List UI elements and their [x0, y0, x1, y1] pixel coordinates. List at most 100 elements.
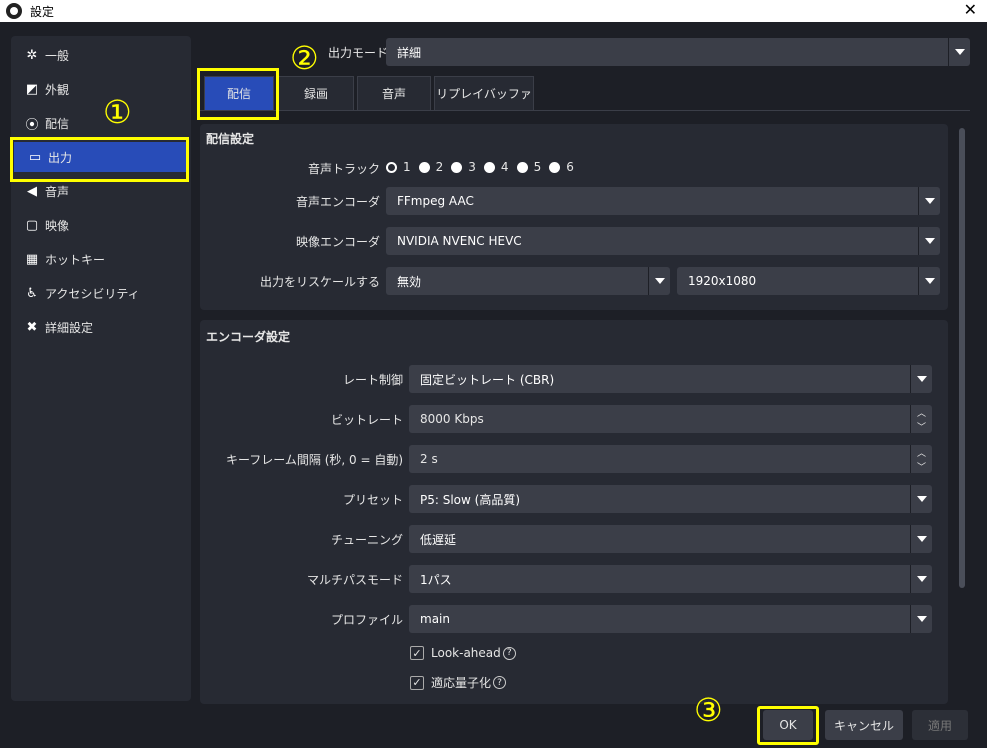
rescale-label: 出力をリスケールする	[259, 275, 380, 289]
group-title: エンコーダ設定	[206, 330, 291, 344]
sidebar-item-label: 映像	[45, 218, 70, 233]
accessibility-icon: ♿	[26, 285, 38, 301]
audio-encoder-value: FFmpeg AAC	[397, 194, 474, 208]
tab-label: 音声	[381, 87, 406, 101]
tab-divider	[200, 110, 970, 111]
chevron-down-icon	[648, 267, 670, 295]
rate-control-select[interactable]: 固定ビットレート (CBR)	[409, 365, 932, 393]
radio-label: 4	[500, 160, 509, 174]
sidebar-item-label: ホットキー	[45, 252, 106, 267]
sidebar-item-video[interactable]: ▢ 映像	[11, 210, 191, 240]
chevron-down-icon	[948, 38, 970, 66]
close-icon[interactable]: ✕	[964, 0, 977, 20]
preset-label: プリセット	[342, 493, 403, 507]
radio-label: 5	[533, 160, 542, 174]
sidebar-item-appearance[interactable]: ◩ 外観	[11, 74, 191, 104]
radio-dot	[451, 161, 463, 173]
keyframe-label: キーフレーム間隔 (秒, 0 = 自動)	[225, 453, 403, 467]
multipass-select[interactable]: 1パス	[409, 565, 932, 593]
spin-buttons[interactable]: ︿ ﹀	[910, 445, 932, 473]
annotation-step-2: ②	[290, 39, 319, 77]
output-mode-value: 詳細	[397, 45, 422, 60]
sidebar-item-advanced[interactable]: ✖ 詳細設定	[11, 312, 191, 342]
sidebar-item-stream[interactable]: ⦿ 配信	[11, 108, 191, 138]
radio-dot	[549, 161, 561, 173]
preset-select[interactable]: P5: Slow (高品質)	[409, 485, 932, 513]
video-encoder-select[interactable]: NVIDIA NVENC HEVC	[386, 227, 940, 255]
settings-sidebar: ✲ 一般 ◩ 外観 ⦿ 配信 ▭ 出力 ◀ 音声 ▢ 映像 ▦ ホットキー ♿ …	[11, 36, 191, 701]
title-bar: 設定 ✕	[0, 0, 987, 22]
sidebar-item-label: 詳細設定	[45, 320, 94, 335]
lookahead-checkbox[interactable]: ✓ Look-ahead ?	[410, 646, 516, 660]
tuning-label: チューニング	[330, 533, 403, 547]
bitrate-value: 8000 Kbps	[420, 412, 484, 426]
tab-recording[interactable]: 録画	[278, 76, 354, 110]
radio-label: 6	[566, 160, 574, 174]
monitor-icon: ▢	[25, 217, 39, 233]
radio-dot	[516, 161, 528, 173]
chevron-down-icon	[918, 187, 940, 215]
radio-track-1[interactable]: 1	[386, 160, 411, 174]
rescale-resolution-select[interactable]: 1920x1080	[677, 267, 940, 295]
sidebar-item-label: アクセシビリティ	[45, 286, 140, 301]
spin-buttons[interactable]: ︿ ﹀	[910, 405, 932, 433]
tuning-select[interactable]: 低遅延	[409, 525, 932, 553]
highlight-box-output	[10, 137, 189, 182]
chevron-down-icon[interactable]: ﹀	[917, 420, 926, 433]
sidebar-item-general[interactable]: ✲ 一般	[11, 40, 191, 70]
cancel-button[interactable]: キャンセル	[825, 710, 903, 740]
video-encoder-label: 映像エンコーダ	[295, 235, 380, 249]
radio-label: 2	[435, 160, 444, 174]
sidebar-item-label: 一般	[45, 48, 70, 63]
profile-select[interactable]: main	[409, 605, 932, 633]
checkbox-box[interactable]: ✓	[410, 675, 424, 690]
adaptive-quantization-checkbox[interactable]: ✓ 適応量子化 ?	[410, 674, 507, 691]
audio-track-label: 音声トラック	[307, 162, 380, 176]
profile-label: プロファイル	[330, 613, 403, 627]
radio-track-6[interactable]: 6	[549, 160, 574, 174]
checkbox-box[interactable]: ✓	[410, 646, 424, 660]
help-icon: ?	[493, 676, 507, 689]
aq-label: 適応量子化	[431, 676, 492, 690]
help-icon: ?	[502, 646, 516, 660]
radio-dot	[386, 161, 397, 173]
rescale-select[interactable]: 無効	[386, 267, 670, 295]
sidebar-item-accessibility[interactable]: ♿ アクセシビリティ	[11, 278, 191, 308]
output-mode-select[interactable]: 詳細	[386, 38, 970, 66]
radio-track-2[interactable]: 2	[418, 160, 444, 174]
tools-icon: ✖	[26, 319, 38, 335]
rate-control-label: レート制御	[342, 373, 403, 387]
speaker-icon: ◀	[27, 183, 37, 199]
highlight-box-ok	[757, 706, 819, 745]
chevron-down-icon	[910, 365, 932, 393]
window-title: 設定	[30, 5, 55, 19]
preset-value: P5: Slow (高品質)	[420, 492, 521, 507]
audio-encoder-select[interactable]: FFmpeg AAC	[386, 187, 940, 215]
sidebar-item-label: 配信	[45, 116, 70, 131]
chevron-down-icon[interactable]: ﹀	[917, 460, 926, 473]
sidebar-item-hotkeys[interactable]: ▦ ホットキー	[11, 244, 191, 274]
tab-replay-buffer[interactable]: リプレイバッファ	[434, 76, 534, 110]
chevron-down-icon	[910, 605, 932, 633]
radio-label: 1	[403, 160, 411, 174]
rate-control-value: 固定ビットレート (CBR)	[420, 372, 555, 387]
bitrate-label: ビットレート	[330, 413, 403, 427]
audio-encoder-label: 音声エンコーダ	[295, 195, 380, 209]
keyboard-icon: ▦	[25, 251, 39, 267]
keyframe-spinbox[interactable]: 2 s ︿ ﹀	[409, 445, 932, 473]
radio-track-5[interactable]: 5	[516, 160, 542, 174]
output-mode-label: 出力モード	[328, 46, 389, 60]
scrollbar-thumb[interactable]	[959, 128, 965, 588]
keyframe-value: 2 s	[420, 452, 438, 466]
apply-button[interactable]: 適用	[912, 710, 968, 740]
radio-track-3[interactable]: 3	[451, 160, 476, 174]
chevron-up-icon[interactable]: ︿	[917, 406, 926, 419]
highlight-box-stream-tab	[197, 68, 279, 120]
chevron-up-icon[interactable]: ︿	[917, 446, 926, 459]
radio-track-4[interactable]: 4	[483, 160, 509, 174]
gear-icon: ✲	[26, 47, 38, 63]
chevron-down-icon	[910, 565, 932, 593]
video-encoder-value: NVIDIA NVENC HEVC	[397, 234, 522, 248]
bitrate-spinbox[interactable]: 8000 Kbps ︿ ﹀	[409, 405, 932, 433]
tab-audio[interactable]: 音声	[357, 76, 431, 110]
